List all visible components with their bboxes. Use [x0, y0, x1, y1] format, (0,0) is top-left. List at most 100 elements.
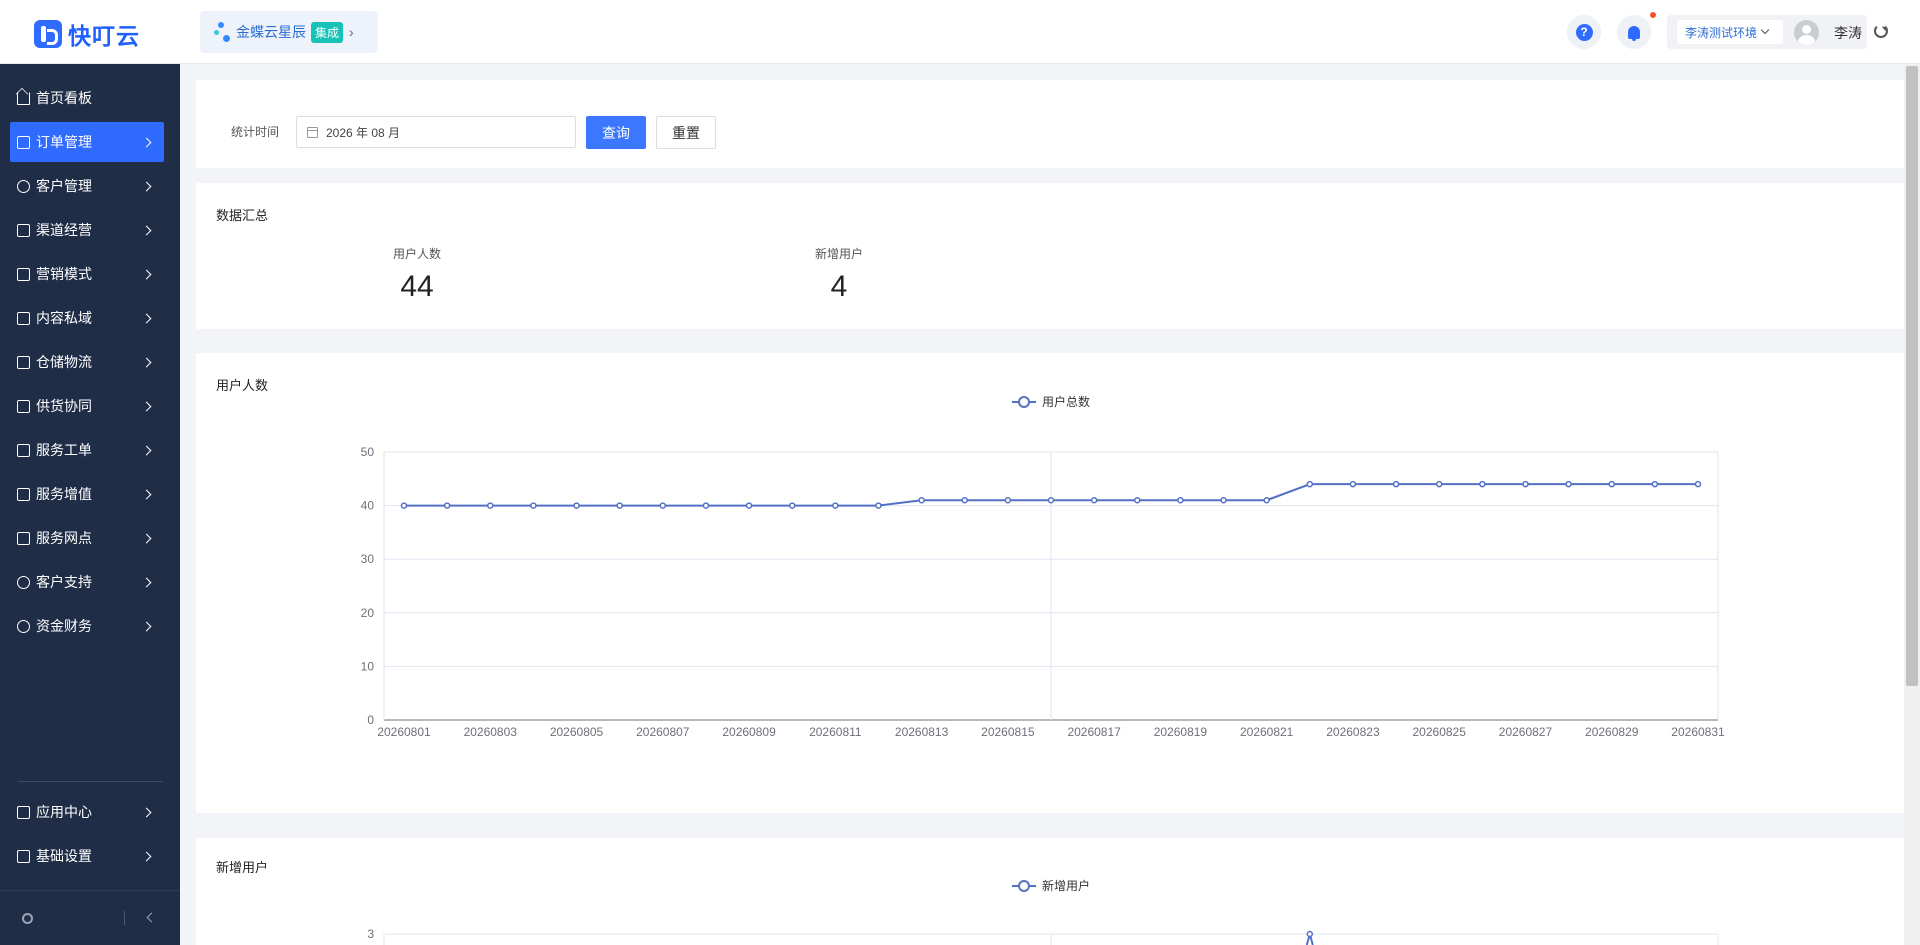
filter-label: 统计时间 [231, 125, 280, 139]
sidebar-divider [18, 781, 163, 782]
box-icon [17, 355, 30, 369]
sidebar-item[interactable]: 首页看板 [10, 78, 164, 118]
environment-label: 李涛测试环境 [1685, 25, 1758, 40]
query-button[interactable]: 查询 [586, 116, 646, 149]
sidebar-item-label: 渠道经营 [36, 222, 92, 238]
sidebar-item-label: 服务网点 [36, 530, 92, 546]
sliders-icon [17, 849, 30, 863]
data-point [616, 502, 623, 509]
sidebar-item[interactable]: 仓储物流 [10, 342, 164, 382]
data-point [961, 496, 968, 504]
user-name[interactable]: 李涛 [1834, 23, 1862, 43]
sidebar-item[interactable]: 服务网点 [10, 518, 164, 558]
sidebar-item[interactable]: 服务工单 [10, 430, 164, 470]
data-point [1134, 496, 1141, 504]
data-point [788, 502, 796, 509]
gear-icon[interactable] [22, 913, 33, 924]
sidebar-item-label: 基础设置 [36, 848, 92, 864]
avatar[interactable] [1794, 20, 1819, 45]
sidebar-item[interactable]: 应用中心 [10, 792, 164, 832]
stat-user-count: 用户人数 44 [357, 245, 477, 304]
new-users-chart-panel: 新增用户 新增用户 3 [196, 838, 1904, 945]
data-point [1220, 496, 1227, 504]
y-tick-label: 3 [367, 927, 374, 941]
logo-text: 快叮云 [68, 23, 140, 49]
chevron-right-icon: › [349, 24, 354, 40]
chevron-right-icon [141, 489, 152, 499]
x-tick-label: 20260813 [895, 725, 949, 739]
yuan-icon [17, 619, 30, 633]
sidebar-item[interactable]: 订单管理 [10, 122, 164, 162]
refresh-icon[interactable] [1874, 24, 1888, 38]
chevron-right-icon [141, 313, 152, 323]
sidebar-item[interactable]: 供货协同 [10, 386, 164, 426]
chevron-right-icon [141, 357, 152, 367]
x-tick-label: 20260803 [464, 725, 518, 739]
sidebar-item[interactable]: 内容私域 [10, 298, 164, 338]
stat-value: 44 [400, 270, 434, 303]
bag-icon [17, 487, 30, 501]
user-icon [17, 179, 30, 193]
sidebar-item-label: 仓储物流 [36, 354, 92, 370]
chevron-right-icon [141, 181, 152, 191]
environment-select[interactable]: 李涛测试环境 [1677, 20, 1783, 44]
x-tick-label: 20260817 [1067, 725, 1121, 739]
data-point [1522, 480, 1529, 488]
product-name: 金蝶云星辰 [236, 24, 306, 40]
x-tick-label: 20260807 [636, 725, 690, 739]
notification-dot [1650, 12, 1656, 18]
chevron-right-icon [141, 621, 152, 631]
summary-title: 数据汇总 [216, 208, 269, 223]
month-picker[interactable]: 2026 年 08 月 [296, 116, 576, 148]
sidebar-item[interactable]: 资金财务 [10, 606, 164, 646]
scrollbar-thumb[interactable] [1906, 66, 1918, 686]
channel-icon [17, 223, 30, 237]
sidebar-item[interactable]: 客户支持 [10, 562, 164, 602]
sidebar-item-label: 应用中心 [36, 804, 92, 820]
y-tick-label: 10 [361, 659, 375, 673]
help-button[interactable]: ? [1567, 15, 1601, 49]
logo-icon [34, 20, 62, 48]
sidebar-item[interactable]: 服务增值 [10, 474, 164, 514]
x-tick-label: 20260819 [1154, 725, 1208, 739]
x-tick-label: 20260809 [722, 725, 776, 739]
x-tick-label: 20260815 [981, 725, 1035, 739]
notification-button[interactable] [1617, 15, 1651, 49]
data-point [702, 502, 710, 509]
collapse-sidebar-icon[interactable] [146, 912, 157, 923]
top-header: 快叮云 金蝶云星辰 集成 › ? 李涛测试环境 李涛 [0, 0, 1920, 64]
data-point [1047, 496, 1055, 504]
data-point [875, 502, 882, 509]
sidebar-item[interactable]: 渠道经营 [10, 210, 164, 250]
sidebar-item[interactable]: 营销模式 [10, 254, 164, 294]
sidebar-item-label: 订单管理 [36, 134, 92, 150]
sidebar-item[interactable]: 基础设置 [10, 836, 164, 876]
data-point [1392, 480, 1400, 488]
product-switcher[interactable]: 金蝶云星辰 集成 › [200, 11, 378, 53]
footer-separator [124, 911, 125, 925]
chevron-right-icon [141, 851, 152, 861]
data-point [1306, 930, 1314, 938]
line-chart: 3 [367, 927, 1719, 945]
data-point [1694, 480, 1702, 488]
x-tick-label: 20260827 [1499, 725, 1553, 739]
data-point [659, 502, 667, 509]
calendar-icon [307, 126, 318, 138]
y-tick-label: 50 [361, 445, 375, 459]
data-point [487, 502, 494, 509]
reset-button[interactable]: 重置 [656, 116, 716, 149]
x-tick-label: 20260829 [1585, 725, 1639, 739]
home-icon [17, 91, 30, 105]
ticket-icon [17, 443, 30, 457]
app-logo[interactable]: 快叮云 [34, 17, 140, 51]
x-tick-label: 20260823 [1326, 725, 1380, 739]
store-icon [17, 531, 30, 545]
user-count-chart-panel: 用户人数 用户总数 0 10 20 30 40 50 20260801 20260803 202… [196, 353, 1904, 813]
y-tick-label: 30 [361, 552, 375, 566]
filter-panel: 统计时间 2026 年 08 月 查询 重置 [196, 80, 1904, 168]
stat-label: 用户人数 [392, 247, 441, 261]
sidebar-item[interactable]: 客户管理 [10, 166, 164, 206]
product-tag: 集成 [311, 21, 344, 43]
data-point [1565, 480, 1572, 488]
chevron-right-icon [141, 269, 152, 279]
